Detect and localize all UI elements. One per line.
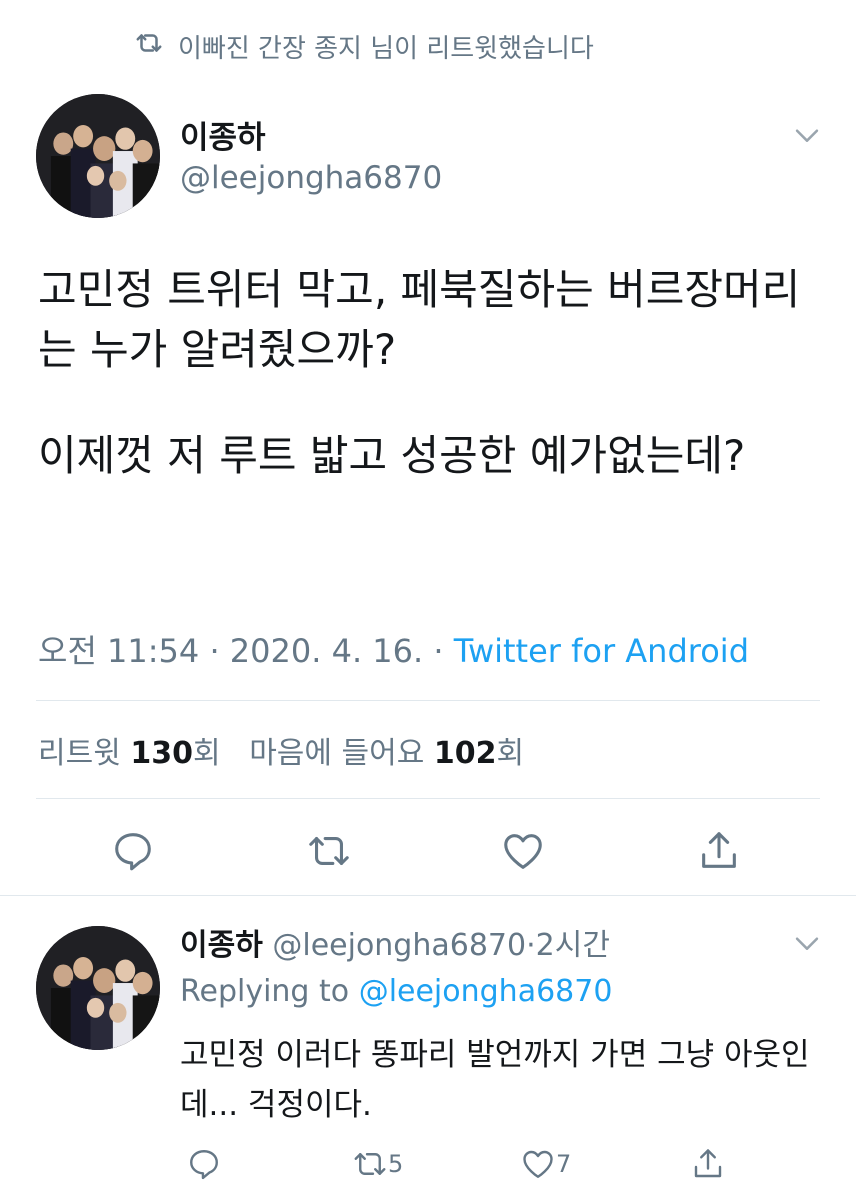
heart-icon bbox=[504, 834, 542, 869]
heart-icon bbox=[523, 1150, 553, 1178]
avatar[interactable] bbox=[36, 94, 160, 218]
reply-display-name[interactable]: 이종하 bbox=[180, 928, 263, 963]
display-name[interactable]: 이종하 bbox=[180, 112, 266, 157]
retweet-icon bbox=[309, 837, 349, 865]
reply-header: 이종하 @leejongha6870·2시간 bbox=[180, 920, 610, 964]
tweet-date: 2020. 4. 16. bbox=[229, 632, 424, 670]
likes-suffix: 회 bbox=[496, 736, 525, 771]
meta-separator: · bbox=[209, 632, 220, 670]
replying-to: Replying to @leejongha6870 bbox=[180, 974, 612, 1009]
tweet-text-paragraph: 고민정 트위터 막고, 페북질하는 버르장머리는 누가 알려줬으까? bbox=[38, 265, 801, 374]
tweet-meta: 오전 11:54 · 2020. 4. 16. · Twitter for An… bbox=[38, 626, 749, 672]
likes-label: 마음에 들어요 bbox=[249, 736, 425, 771]
reply-handle[interactable]: @leejongha6870 bbox=[272, 928, 526, 963]
retweets-count[interactable]: 130 bbox=[130, 736, 193, 771]
divider bbox=[36, 700, 820, 701]
retweets-label: 리트윗 bbox=[38, 736, 121, 771]
share-icon bbox=[702, 832, 736, 868]
divider bbox=[36, 798, 820, 799]
reply-like-count: 7 bbox=[556, 1150, 572, 1178]
retweet-icon bbox=[134, 28, 178, 65]
tweet-time: 오전 11:54 bbox=[38, 632, 200, 670]
divider bbox=[0, 895, 856, 896]
likes-count[interactable]: 102 bbox=[434, 736, 497, 771]
chevron-down-icon[interactable] bbox=[790, 926, 824, 960]
retweet-context[interactable]: 이빠진 간장 종지 님이 리트윗했습니다 bbox=[134, 28, 594, 64]
share-icon bbox=[694, 1149, 722, 1178]
reply-retweet-button[interactable]: 5 bbox=[352, 1146, 403, 1182]
reply-button[interactable] bbox=[108, 826, 158, 876]
reply-share-button[interactable] bbox=[690, 1146, 726, 1182]
like-button[interactable] bbox=[498, 826, 548, 876]
reply-icon bbox=[115, 833, 151, 871]
replying-to-prefix: Replying to bbox=[180, 974, 350, 1009]
retweets-suffix: 회 bbox=[192, 736, 221, 771]
reply-like-button[interactable]: 7 bbox=[520, 1146, 571, 1182]
tweet-stats[interactable]: 리트윗 130회 마음에 들어요 102회 bbox=[38, 728, 524, 772]
meta-separator: · bbox=[433, 632, 444, 670]
retweet-context-text: 이빠진 간장 종지 님이 리트윗했습니다 bbox=[178, 33, 594, 64]
reply-icon bbox=[190, 1150, 218, 1180]
user-handle[interactable]: @leejongha6870 bbox=[180, 160, 442, 196]
share-button[interactable] bbox=[694, 826, 744, 876]
retweet-icon bbox=[354, 1153, 386, 1175]
avatar[interactable] bbox=[36, 926, 160, 1050]
reply-age: 2시간 bbox=[535, 928, 610, 963]
chevron-down-icon[interactable] bbox=[790, 118, 824, 152]
reply-reply-button[interactable] bbox=[186, 1146, 222, 1182]
reply-retweet-count: 5 bbox=[388, 1150, 404, 1178]
replying-to-link[interactable]: @leejongha6870 bbox=[359, 974, 613, 1009]
meta-separator: · bbox=[526, 928, 536, 963]
retweet-button[interactable] bbox=[304, 826, 354, 876]
tweet-text-paragraph: 이제껏 저 루트 밟고 성공한 예가없는데? bbox=[38, 431, 746, 480]
reply-text: 고민정 이러다 똥파리 발언까지 가면 그냥 아웃인데... 걱정이다. bbox=[180, 1037, 810, 1123]
tweet-source-link[interactable]: Twitter for Android bbox=[454, 632, 749, 670]
